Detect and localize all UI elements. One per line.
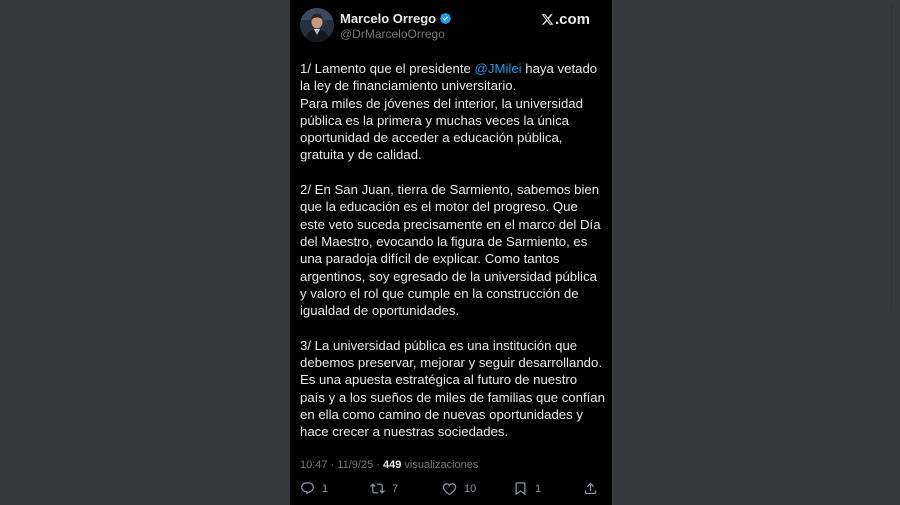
like-count: 10 — [464, 482, 477, 495]
share-button[interactable] — [583, 481, 605, 496]
x-com-brand[interactable]: .com — [541, 11, 590, 28]
views-count: 449 — [382, 459, 402, 471]
tweet-paragraph-2: 2/ En San Juan, tierra de Sarmiento, sab… — [300, 182, 601, 319]
bookmark-icon — [515, 482, 526, 496]
timestamp[interactable]: 10:47 · 11/9/25 · — [300, 459, 383, 471]
action-bar: 1 7 10 1 — [300, 481, 600, 499]
thread-divider — [891, 4, 892, 310]
author-name[interactable]: Marcelo Orrego — [340, 11, 436, 26]
tweet-paragraph-1: 1/ Lamento que el presidente @JMilei hay… — [300, 60, 605, 95]
tweet-header: Marcelo Orrego @DrMarceloOrrego .com — [300, 8, 600, 44]
mention-link[interactable]: @JMilei — [475, 61, 522, 76]
repost-count: 7 — [392, 482, 399, 495]
share-icon — [584, 482, 597, 495]
tweet-paragraph-3: 3/ La universidad pública es una institu… — [300, 337, 605, 440]
tweet-card: Marcelo Orrego @DrMarceloOrrego .com 1/ … — [290, 0, 892, 505]
tweet-text: 1/ Lamento que el presidente @JMilei hay… — [300, 60, 605, 441]
heart-icon — [442, 483, 457, 496]
bookmark-count: 1 — [535, 482, 542, 495]
x-logo-icon — [541, 14, 554, 25]
views-label: visualizaciones — [401, 459, 479, 471]
tweet-meta: 10:47 · 11/9/25 · 449 visualizaciones — [300, 459, 478, 471]
reply-button[interactable]: 1 — [300, 481, 328, 496]
reply-icon — [301, 482, 314, 495]
repost-button[interactable]: 7 — [370, 481, 398, 496]
verified-badge-icon — [439, 12, 452, 25]
paragraph-1-text: 1/ Lamento que el presidente — [300, 61, 475, 76]
repost-icon — [370, 483, 385, 494]
like-button[interactable]: 10 — [442, 481, 476, 496]
brand-label: .com — [554, 11, 590, 28]
author-handle[interactable]: @DrMarceloOrrego — [340, 27, 445, 41]
tweet-paragraph-1b: Para miles de jóvenes del interior, la u… — [300, 95, 583, 163]
reply-count: 1 — [322, 482, 329, 495]
avatar[interactable] — [300, 8, 334, 42]
bookmark-button[interactable]: 1 — [513, 481, 541, 496]
